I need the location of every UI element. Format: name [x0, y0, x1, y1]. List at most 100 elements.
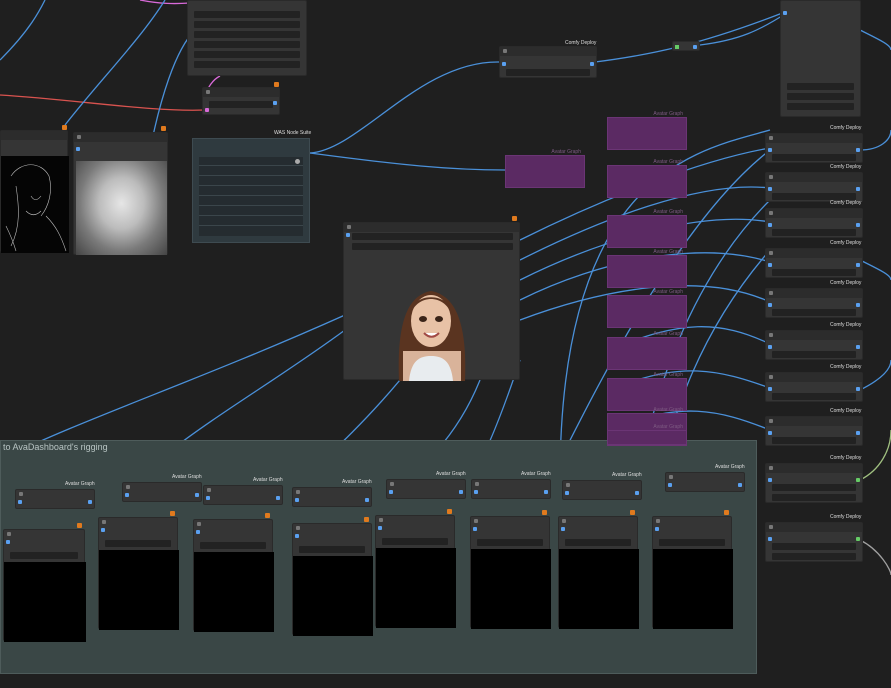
comfy-deploy-node[interactable]	[765, 288, 863, 318]
wire-blue	[699, 13, 786, 46]
node-badge	[170, 511, 175, 516]
mask-image	[99, 550, 179, 630]
comfy-deploy-node[interactable]	[765, 172, 863, 202]
node-badge	[62, 125, 67, 130]
comfy-deploy-node[interactable]	[765, 416, 863, 446]
small-node[interactable]	[202, 87, 280, 115]
comfy-deploy-node[interactable]	[765, 133, 863, 163]
comfy-deploy-node[interactable]	[765, 208, 863, 238]
node-badge	[724, 510, 729, 515]
node-title: Avatar Graph	[653, 209, 683, 215]
wire-blue	[64, 0, 166, 126]
big-output-node[interactable]	[780, 0, 861, 117]
wire-blue	[859, 259, 891, 281]
mask-image	[559, 549, 639, 629]
node-title: Avatar Graph	[653, 331, 683, 337]
node-badge	[364, 517, 369, 522]
node-title: Avatar Graph	[653, 424, 683, 430]
comfy-deploy-title: Comfy Deploy	[830, 408, 862, 414]
mask-preview-node[interactable]	[558, 516, 639, 629]
node-badge	[512, 216, 517, 221]
avatar-graph-title: Avatar Graph	[65, 481, 95, 487]
was-node[interactable]	[192, 138, 310, 243]
mask-preview-node[interactable]	[98, 517, 179, 630]
wire-blue	[0, 314, 346, 461]
avatar-graph-node-bypassed[interactable]: Avatar Graph	[607, 159, 687, 198]
avatar-graph-node-bypassed[interactable]: Avatar Graph	[607, 111, 687, 150]
comfy-deploy-title: Comfy Deploy	[830, 280, 862, 286]
mask-image	[194, 552, 274, 632]
wire-gray	[859, 539, 891, 576]
comfy-deploy-node[interactable]	[499, 46, 597, 78]
wire-blue	[594, 11, 786, 63]
comfy-deploy-node[interactable]	[765, 330, 863, 360]
avatar-graph-title: Avatar Graph	[342, 479, 372, 485]
node-title: Avatar Graph	[653, 289, 683, 295]
mask-image	[471, 549, 551, 629]
avatar-graph-node[interactable]	[665, 472, 745, 492]
mask-image	[4, 562, 86, 642]
wire-blue	[0, 0, 46, 61]
avatar-graph-title: Avatar Graph	[436, 471, 466, 477]
avatar-graph-title: Avatar Graph	[253, 477, 283, 483]
comfy-deploy-title: Comfy Deploy	[830, 322, 862, 328]
avatar-graph-node[interactable]	[386, 479, 466, 499]
mask-preview-node[interactable]	[193, 519, 274, 632]
comfy-deploy-title: Comfy Deploy	[830, 364, 862, 370]
was-node-title: WAS Node Suite	[274, 130, 312, 136]
avatar-graph-node-bypassed[interactable]: Avatar Graph	[607, 209, 687, 248]
avatar-graph-node[interactable]	[15, 489, 95, 509]
wire-blue	[309, 152, 506, 171]
mask-preview-node[interactable]	[375, 515, 456, 628]
avatar-graph-node-bypassed[interactable]: Avatar Graph	[607, 424, 687, 445]
avatar-graph-node-bypassed[interactable]: Avatar Graph	[607, 249, 687, 288]
edge-preview-node[interactable]	[0, 130, 69, 253]
node-title: Avatar Graph	[653, 249, 683, 255]
comfy-deploy-title: Comfy Deploy	[830, 164, 862, 170]
wire-green	[859, 429, 891, 481]
node-graph-canvas[interactable]: WAS Node Suite Comfy Deploy Avatar Graph	[0, 0, 891, 688]
mask-preview-node[interactable]	[470, 516, 551, 629]
preview-image-node[interactable]	[343, 222, 520, 381]
comfy-deploy-node[interactable]	[765, 463, 863, 503]
wire-blue	[859, 29, 891, 51]
node-badge	[265, 513, 270, 518]
mask-image	[376, 548, 456, 628]
mask-preview-node[interactable]	[652, 516, 733, 629]
wire-blue	[859, 129, 891, 151]
avatar-graph-node-bypassed[interactable]: Avatar Graph	[505, 149, 585, 188]
depth-preview-node[interactable]	[73, 132, 168, 255]
mask-preview-node[interactable]	[3, 529, 86, 642]
mask-image	[293, 556, 373, 636]
mask-preview-node[interactable]	[292, 523, 373, 636]
node-title: Avatar Graph	[653, 407, 683, 413]
avatar-graph-node[interactable]	[471, 479, 551, 499]
avatar-graph-title: Avatar Graph	[715, 464, 745, 470]
wire-blue	[859, 359, 891, 391]
comfy-deploy-node[interactable]	[765, 372, 863, 402]
was-node-body	[199, 157, 303, 236]
avatar-graph-node-bypassed[interactable]: Avatar Graph	[607, 289, 687, 328]
reroute-node[interactable]	[672, 41, 700, 51]
comfy-deploy-node[interactable]	[765, 248, 863, 278]
comfy-deploy-node[interactable]	[765, 522, 863, 562]
node-badge	[630, 510, 635, 515]
node-badge	[161, 126, 166, 131]
comfy-deploy-title: Comfy Deploy	[830, 514, 862, 520]
avatar-graph-node[interactable]	[203, 485, 283, 505]
node-title: Avatar Graph	[653, 111, 683, 117]
avatar-graph-node-bypassed[interactable]: Avatar Graph	[607, 331, 687, 370]
node-title: Avatar Graph	[653, 372, 683, 378]
group-title: to AvaDashboard's rigging	[3, 442, 108, 452]
node-title: Avatar Graph	[653, 159, 683, 165]
list-node[interactable]	[187, 0, 307, 76]
node-badge	[274, 82, 279, 87]
avatar-graph-node[interactable]	[122, 482, 202, 502]
avatar-graph-node[interactable]	[292, 487, 372, 507]
avatar-graph-node[interactable]	[562, 480, 642, 500]
avatar-graph-title: Avatar Graph	[521, 471, 551, 477]
depth-map-image	[76, 161, 167, 255]
node-badge	[447, 509, 452, 514]
node-badge	[542, 510, 547, 515]
wire-red	[0, 94, 206, 111]
